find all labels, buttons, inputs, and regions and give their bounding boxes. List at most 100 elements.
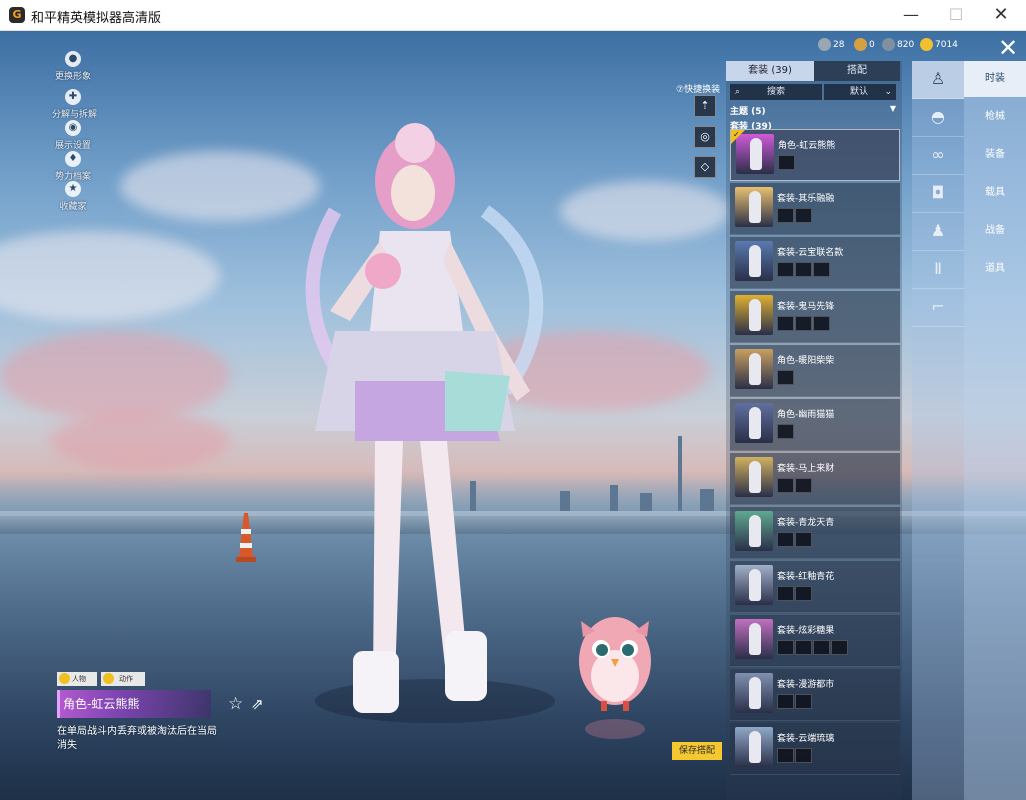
share-icon[interactable]: ⇗ [251,695,264,713]
suit-part-thumbnail [777,586,794,601]
category-tab[interactable]: 战备 [964,213,1026,249]
coin-gold-icon [854,38,867,51]
save-outfit-button[interactable]: 保存搭配 [672,742,722,760]
quick-switch-button-3[interactable]: ◇ [694,156,716,178]
figure-icon [749,407,761,439]
figure-icon [749,299,761,331]
item-name: 角色-虹云熊熊 [57,690,211,718]
left-menu-item-display[interactable]: ◉ 展示设置 [52,120,94,151]
tab-match[interactable]: 搭配 [814,61,900,81]
tag-action[interactable]: 动作 [101,672,145,686]
item-description: 在单局战斗内丢弃或被淘汰后在当局消失 [57,726,217,751]
suit-part-thumbnail [777,316,794,331]
currency-item: 0 [854,38,875,51]
left-menu-item-decompose[interactable]: ✚ 分解与拆解 [52,89,97,120]
suit-item[interactable]: 角色-幽雨猫猫 [730,399,900,451]
quick-switch-label: ⑦快捷换装 [676,85,721,95]
suit-name: 角色-暖阳柴柴 [777,356,835,366]
figure-icon [750,138,762,170]
suit-item[interactable]: 角色-暖阳柴柴 [730,345,900,397]
tag-person[interactable]: 人物 [57,672,97,686]
hat-icon[interactable]: ◓ [912,99,964,137]
category-tab[interactable]: 枪械 [964,99,1026,135]
maximize-button[interactable]: ☐ [933,0,979,31]
favorite-star-icon[interactable]: ☆ [228,694,243,714]
suit-part-thumbnail [777,532,794,547]
suit-item[interactable]: 套装-鬼马先锋 [730,291,900,343]
check-icon: ✓ [733,130,740,139]
app-logo-icon: G [9,7,25,23]
suit-item[interactable]: 套装-其乐融融 [730,183,900,235]
character-model [305,123,555,723]
cloud [560,181,730,241]
suit-item[interactable]: 套装-马上来财 [730,453,900,505]
suit-item[interactable]: 套装-炫彩糖果 [730,615,900,667]
pants-icon[interactable]: Ⅱ [912,251,964,289]
suit-part-thumbnail [777,748,794,763]
category-tab[interactable]: 道具 [964,251,1026,287]
minimize-button[interactable]: — [888,0,934,31]
suit-name: 套装-其乐融融 [777,194,835,204]
suit-part-thumbnail [795,694,812,709]
tab-suits[interactable]: 套装 (39) [726,61,814,81]
close-panel-button[interactable]: ✕ [995,36,1021,62]
suit-name: 角色-虹云熊熊 [778,141,836,151]
suit-name: 套装-红釉青花 [777,572,835,582]
building [700,489,714,511]
suit-item[interactable]: 套装-漫游都市 [730,669,900,721]
suit-thumbnail [735,349,773,389]
suit-part-thumbnail [795,262,812,277]
figure-icon [749,191,761,223]
action-icon [103,673,114,684]
left-menu-item-appearance[interactable]: ● 更换形象 [52,51,94,82]
suit-part-thumbnail [813,640,830,655]
chevron-down-icon: ⌄ [884,87,892,97]
suit-item[interactable]: 套装-红釉青花 [730,561,900,613]
left-menu-item-archive[interactable]: ♦ 势力档案 [52,151,94,182]
person-icon [59,673,70,684]
suit-part-thumbnail [777,694,794,709]
top-icon[interactable]: ♟ [912,213,964,251]
figure-icon [749,353,761,385]
badge-icon: ★ [65,181,81,197]
suit-part-thumbnail [813,262,830,277]
suit-thumbnail [735,457,773,497]
coin-dark-icon [818,38,831,51]
left-menu-item-collector[interactable]: ★ 收藏家 [52,181,94,212]
suit-part-thumbnail [795,640,812,655]
suit-item[interactable]: 套装-云端琉璃 [730,723,900,775]
suit-item[interactable]: 角色-虹云熊熊 ✓ [730,129,900,181]
suit-name: 套装-云宝联名款 [777,248,844,258]
suit-thumbnail [735,187,773,227]
sort-dropdown[interactable]: 默认 ⌄ [824,84,896,100]
suit-part-thumbnail [795,208,812,223]
quick-switch-button-2[interactable]: ◎ [694,126,716,148]
tower [678,436,682,511]
pose-icon: ♦ [65,151,81,167]
mask-icon[interactable]: ◘ [912,175,964,213]
suit-thumbnail [735,673,773,713]
category-tab[interactable]: 时装 [964,61,1026,97]
glasses-icon[interactable]: ∞ [912,137,964,175]
suit-part-thumbnail [778,155,795,170]
suit-item[interactable]: 套装-青龙天青 [730,507,900,559]
suit-part-thumbnail [777,262,794,277]
title-bar: G 和平精英模拟器高清版 — ☐ ✕ [0,0,1026,31]
suit-part-thumbnail [795,316,812,331]
close-window-button[interactable]: ✕ [978,0,1024,31]
suit-thumbnail [735,727,773,767]
suit-name: 角色-幽雨猫猫 [777,410,835,420]
suit-part-thumbnail [777,640,794,655]
shoes-icon[interactable]: ⌐ [912,289,964,327]
suit-name: 套装-鬼马先锋 [777,302,835,312]
theme-filter-row[interactable]: 主题 (5) ▼ [730,104,898,117]
suit-thumbnail [735,403,773,443]
search-input[interactable]: ⌕ 搜索 [730,84,822,100]
quick-switch-button-1[interactable]: ⇡ [694,95,716,117]
suit-item[interactable]: 套装-云宝联名款 [730,237,900,289]
coin-silver-icon [882,38,895,51]
category-tab[interactable]: 载具 [964,175,1026,211]
category-tab[interactable]: 装备 [964,137,1026,173]
outfit-icon[interactable]: ♙ [912,61,964,99]
suit-name: 套装-漫游都市 [777,680,835,690]
